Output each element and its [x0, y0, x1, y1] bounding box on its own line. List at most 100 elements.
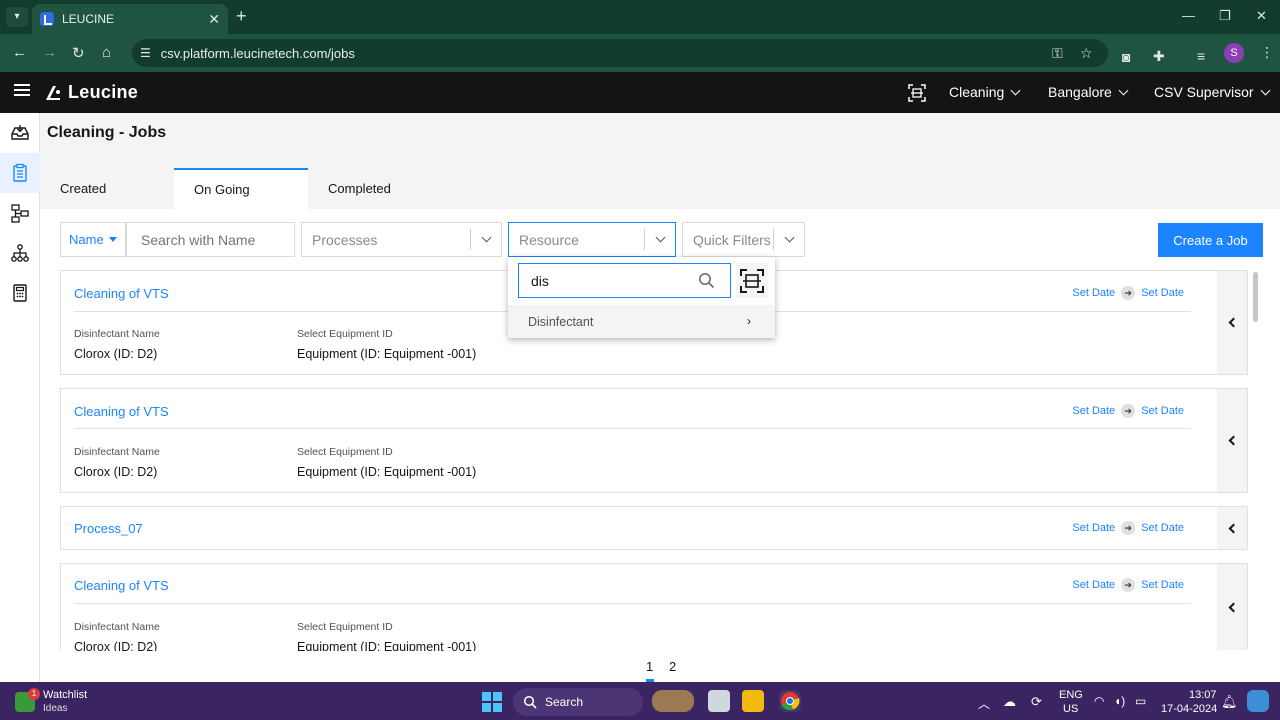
- option-label: Disinfectant: [528, 314, 594, 329]
- facility-dropdown[interactable]: Bangalore: [1048, 84, 1129, 100]
- app-header: Leucine Cleaning Bangalore CSV Superviso…: [0, 72, 1280, 113]
- leucine-logo-icon: [46, 86, 60, 100]
- forward-icon[interactable]: →: [42, 44, 57, 61]
- tab-completed[interactable]: Completed: [308, 168, 442, 209]
- clock-time[interactable]: 13:07: [1189, 689, 1217, 701]
- property-label: Disinfectant Name: [74, 328, 160, 340]
- battery-icon[interactable]: ▭: [1135, 694, 1146, 708]
- tab-created[interactable]: Created: [40, 168, 174, 209]
- start-date-link[interactable]: Set Date: [1072, 522, 1115, 534]
- end-date-link[interactable]: Set Date: [1141, 522, 1184, 534]
- window-close-icon[interactable]: ✕: [1256, 8, 1267, 24]
- job-title[interactable]: Process_07: [74, 521, 143, 536]
- expand-card-button[interactable]: [1217, 389, 1247, 492]
- camera-icon[interactable]: ◙: [1122, 49, 1130, 65]
- scan-button[interactable]: [736, 263, 768, 298]
- start-date-link[interactable]: Set Date: [1072, 287, 1115, 299]
- end-date-link[interactable]: Set Date: [1141, 405, 1184, 417]
- expand-card-button[interactable]: [1217, 507, 1247, 549]
- role-dropdown[interactable]: CSV Supervisor: [1154, 84, 1271, 100]
- weather-cloud-icon[interactable]: ☁: [1003, 694, 1016, 710]
- wifi-icon[interactable]: ◠: [1094, 694, 1104, 708]
- browser-tab[interactable]: LEUCINE ✕: [32, 4, 228, 34]
- tab-list-button[interactable]: ▾: [6, 7, 28, 27]
- search-name-input[interactable]: [126, 222, 295, 257]
- quick-filters-select[interactable]: Quick Filters: [682, 222, 805, 257]
- chrome-icon[interactable]: [779, 690, 801, 712]
- property-value: Clorox (ID: D2): [74, 465, 158, 479]
- browser-menu-icon[interactable]: ⋮: [1260, 44, 1274, 61]
- job-card[interactable]: Cleaning of VTS Set Date ➔ Set Date Disi…: [60, 563, 1248, 651]
- site-info-icon[interactable]: ☰: [140, 46, 151, 60]
- task-view-icon[interactable]: [708, 690, 730, 712]
- sync-icon[interactable]: ⟳: [1031, 694, 1042, 710]
- home-icon[interactable]: ⌂: [102, 44, 111, 61]
- job-title[interactable]: Cleaning of VTS: [74, 578, 169, 593]
- page-2-button[interactable]: 2: [669, 659, 676, 674]
- profile-avatar[interactable]: S: [1224, 43, 1244, 63]
- expand-card-button[interactable]: [1217, 564, 1247, 650]
- scan-icon: [740, 268, 764, 293]
- notifications-bell-icon[interactable]: 🔔︎: [1221, 694, 1238, 710]
- list-scrollbar[interactable]: [1253, 272, 1258, 322]
- start-date-link[interactable]: Set Date: [1072, 405, 1115, 417]
- search-field-dropdown[interactable]: Name: [60, 222, 126, 257]
- processes-select[interactable]: Processes: [301, 222, 502, 257]
- hamburger-menu-icon[interactable]: [14, 84, 30, 96]
- arrow-right-icon: ➔: [1121, 521, 1136, 535]
- widget-icon[interactable]: [652, 690, 694, 712]
- resource-option-disinfectant[interactable]: Disinfectant ›: [508, 305, 775, 338]
- job-card[interactable]: Process_07 Set Date ➔ Set Date: [60, 506, 1248, 550]
- show-hidden-icons[interactable]: ︿: [978, 695, 990, 712]
- role-label: CSV Supervisor: [1154, 84, 1254, 100]
- taskbar-search-label: Search: [545, 695, 584, 709]
- copilot-icon[interactable]: [1247, 690, 1269, 712]
- property-label: Select Equipment ID: [297, 446, 393, 458]
- page-1-button[interactable]: 1: [646, 659, 653, 674]
- use-case-dropdown[interactable]: Cleaning: [949, 84, 1021, 100]
- scan-icon[interactable]: [908, 84, 926, 102]
- card-clip: Clorox (ID: D2) Equipment (ID: Equipment…: [61, 636, 1211, 651]
- resource-select[interactable]: Resource: [508, 222, 676, 257]
- language-code[interactable]: ENG: [1059, 689, 1083, 701]
- windows-start-icon[interactable]: [482, 692, 502, 712]
- address-bar[interactable]: ☰ csv.platform.leucinetech.com/jobs ⚿ ☆: [132, 39, 1108, 67]
- job-date-range: Set Date ➔ Set Date: [1072, 578, 1184, 592]
- job-title[interactable]: Cleaning of VTS: [74, 286, 169, 301]
- tab-close-icon[interactable]: ✕: [208, 11, 220, 28]
- file-explorer-icon[interactable]: [742, 690, 764, 712]
- facility-label: Bangalore: [1048, 84, 1112, 100]
- search-icon: [699, 273, 715, 289]
- password-key-icon[interactable]: ⚿: [1052, 45, 1063, 62]
- end-date-link[interactable]: Set Date: [1141, 287, 1184, 299]
- property-value: Clorox (ID: D2): [74, 347, 158, 361]
- expand-card-button[interactable]: [1217, 271, 1247, 374]
- job-title[interactable]: Cleaning of VTS: [74, 404, 169, 419]
- bookmark-star-icon[interactable]: ☆: [1080, 45, 1093, 62]
- new-tab-button[interactable]: +: [236, 6, 247, 27]
- chevron-down-icon: [645, 232, 675, 243]
- watchlist-title[interactable]: Watchlist: [43, 689, 87, 701]
- media-icon[interactable]: ≡: [1197, 48, 1205, 64]
- create-job-button[interactable]: Create a Job: [1158, 223, 1263, 257]
- job-card[interactable]: Cleaning of VTS Set Date ➔ Set Date Disi…: [60, 388, 1248, 493]
- arrow-right-icon: ➔: [1121, 286, 1136, 300]
- volume-icon[interactable]: ◖): [1114, 694, 1125, 708]
- browser-tab-bar: ▾ LEUCINE ✕ + — ❐ ✕: [0, 0, 1280, 34]
- taskbar-search[interactable]: Search: [513, 688, 643, 716]
- restore-icon[interactable]: ❐: [1219, 8, 1231, 24]
- sidebar-item-reports[interactable]: [0, 273, 40, 313]
- sidebar-item-jobs[interactable]: [0, 153, 40, 193]
- region-code: US: [1063, 703, 1079, 715]
- end-date-link[interactable]: Set Date: [1141, 579, 1184, 591]
- tab-on-going[interactable]: On Going: [174, 168, 308, 209]
- processes-label: Processes: [312, 231, 378, 248]
- sidebar-item-processes[interactable]: [0, 193, 40, 233]
- back-icon[interactable]: ←: [12, 44, 27, 61]
- sidebar-item-ontology[interactable]: [0, 233, 40, 273]
- sidebar-item-inbox[interactable]: [0, 113, 40, 153]
- reload-icon[interactable]: ↻: [72, 44, 85, 62]
- extensions-icon[interactable]: ✚: [1153, 48, 1165, 65]
- minimize-icon[interactable]: —: [1182, 8, 1195, 23]
- start-date-link[interactable]: Set Date: [1072, 579, 1115, 591]
